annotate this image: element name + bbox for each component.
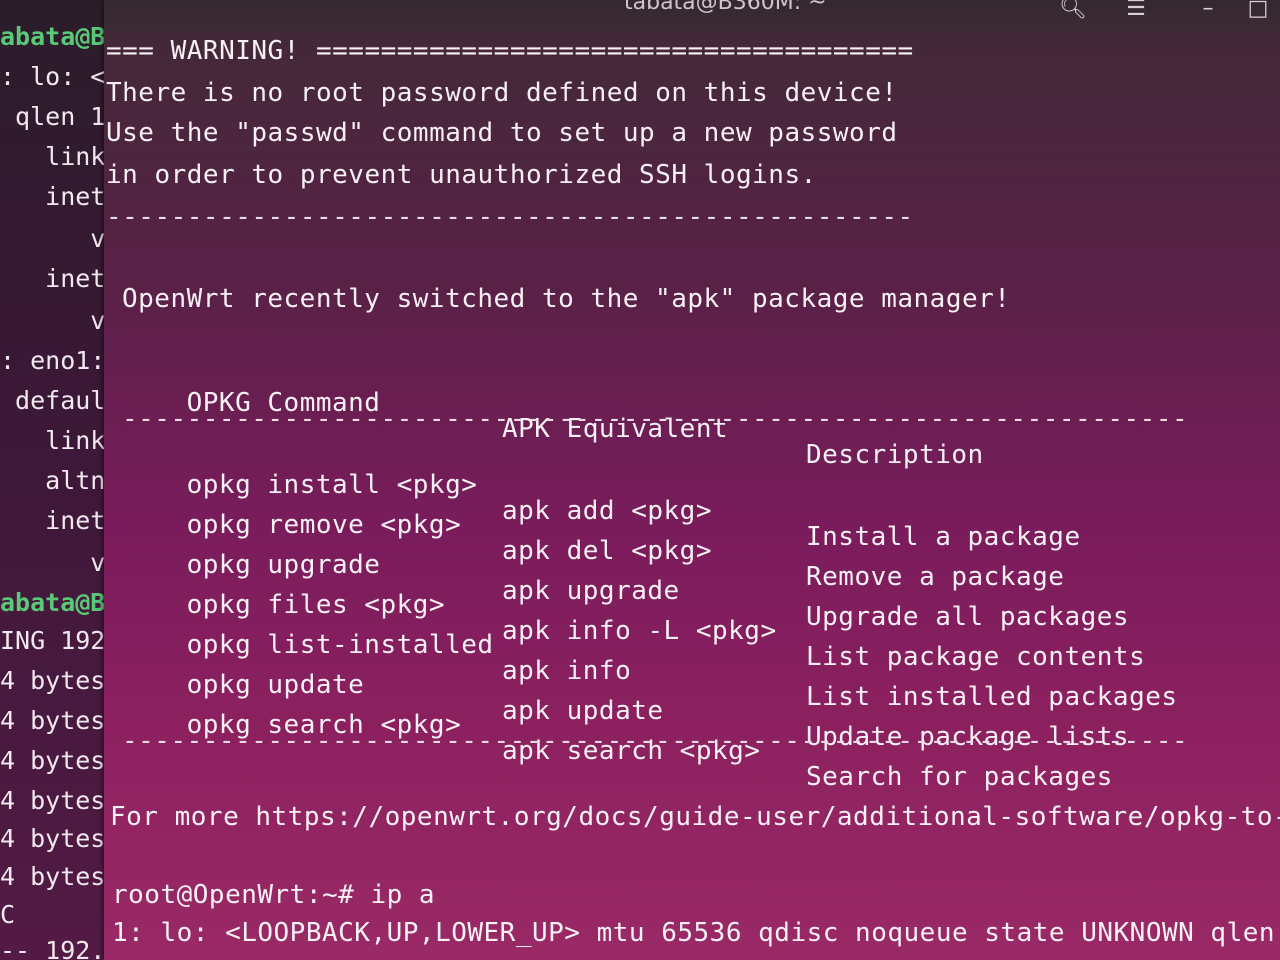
- bg-line: defaul: [0, 386, 106, 415]
- warning-line: Use the "passwd" command to set up a new…: [106, 118, 898, 148]
- title-bar[interactable]: tabata@B360M: ~ 🔍︎ ☰ – □: [104, 0, 1280, 30]
- apk-notice: OpenWrt recently switched to the "apk" p…: [122, 284, 1011, 314]
- bg-line: inet: [0, 506, 106, 535]
- bg-line: 4 bytes: [0, 706, 106, 735]
- hamburger-menu-icon[interactable]: ☰: [1122, 0, 1150, 24]
- bg-line: inet: [0, 264, 106, 293]
- bg-line: ING 192: [0, 626, 106, 655]
- bg-line: v: [0, 548, 106, 577]
- window-title: tabata@B360M: ~: [624, 0, 827, 15]
- background-terminal[interactable]: abata@B : lo: < qlen 1 link inet v inet …: [0, 0, 112, 960]
- bg-line: 4 bytes: [0, 862, 106, 891]
- terminal-window[interactable]: tabata@B360M: ~ 🔍︎ ☰ – □ === WARNING! ==…: [104, 0, 1280, 960]
- warning-header: === WARNING! ===========================…: [106, 36, 914, 66]
- command-prompt[interactable]: root@OpenWrt:~# ip a: [112, 882, 435, 908]
- bg-line: link: [0, 426, 106, 455]
- command-output: 1: lo: <LOOPBACK,UP,LOWER_UP> mtu 65536 …: [112, 918, 1280, 948]
- separator: ----------------------------------------…: [106, 202, 914, 232]
- bg-line: abata@B: [0, 22, 106, 51]
- minimize-icon[interactable]: –: [1194, 0, 1222, 24]
- bg-line: v: [0, 306, 106, 335]
- bg-line: qlen 1: [0, 102, 106, 131]
- table-separator: ----------------------------------------…: [122, 404, 1189, 434]
- bg-line: v: [0, 224, 106, 253]
- bg-line: 4 bytes: [0, 824, 106, 853]
- warning-line: in order to prevent unauthorized SSH log…: [106, 160, 817, 190]
- maximize-icon[interactable]: □: [1244, 0, 1272, 24]
- bg-line: C: [0, 900, 16, 929]
- bg-line: : eno1:: [0, 346, 106, 375]
- bg-line: -- 192.: [0, 936, 106, 960]
- bg-line: 4 bytes: [0, 786, 106, 815]
- bg-line: 4 bytes: [0, 666, 106, 695]
- bg-line: : lo: <: [0, 62, 106, 91]
- bg-line: 4 bytes: [0, 746, 106, 775]
- search-icon[interactable]: 🔍︎: [1059, 0, 1087, 24]
- more-info-link[interactable]: For more https://openwrt.org/docs/guide-…: [110, 804, 1280, 830]
- table-separator-end: ----------------------------------------…: [122, 726, 1189, 756]
- bg-line: inet: [0, 182, 106, 211]
- bg-line: abata@B: [0, 588, 106, 617]
- warning-line: There is no root password defined on thi…: [106, 78, 898, 108]
- bg-line: link: [0, 142, 106, 171]
- bg-line: altn: [0, 466, 106, 495]
- cell-description: Search for packages: [806, 762, 1113, 792]
